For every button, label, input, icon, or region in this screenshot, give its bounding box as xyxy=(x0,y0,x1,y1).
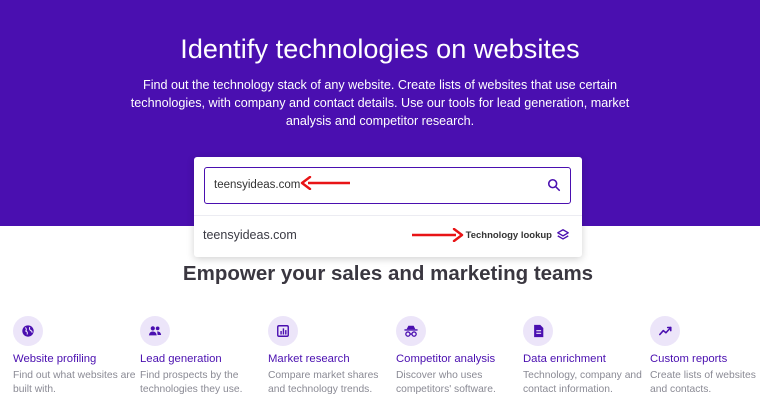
feature-custom-reports[interactable]: Custom reports Create lists of websites … xyxy=(650,316,760,397)
trend-icon xyxy=(650,316,680,346)
feature-desc: Find out what websites are built with. xyxy=(13,370,136,395)
section-title: Empower your sales and marketing teams xyxy=(182,262,594,285)
search-input[interactable]: teensyideas.com xyxy=(204,167,571,204)
users-icon xyxy=(140,316,170,346)
feature-lead-generation[interactable]: Lead generation Find prospects by the te… xyxy=(140,316,265,397)
feature-title[interactable]: Website profiling xyxy=(13,353,138,365)
annotation-arrow-search xyxy=(300,176,350,190)
document-icon xyxy=(523,316,553,346)
feature-desc: Find prospects by the technologies they … xyxy=(140,370,243,395)
feature-website-profiling[interactable]: Website profiling Find out what websites… xyxy=(13,316,138,397)
feature-title[interactable]: Lead generation xyxy=(140,353,265,365)
chart-icon xyxy=(268,316,298,346)
feature-competitor-analysis[interactable]: Competitor analysis Discover who uses co… xyxy=(396,316,521,397)
suggestion-domain[interactable]: teensyideas.com xyxy=(203,228,297,242)
search-input-value[interactable]: teensyideas.com xyxy=(214,179,300,191)
hero-subtitle: Find out the technology stack of any web… xyxy=(130,78,630,128)
feature-desc: Create lists of websites and contacts. xyxy=(650,370,756,395)
feature-title[interactable]: Data enrichment xyxy=(523,353,648,365)
feature-desc: Technology, company and contact informat… xyxy=(523,370,642,395)
feature-data-enrichment[interactable]: Data enrichment Technology, company and … xyxy=(523,316,648,397)
globe-icon xyxy=(13,316,43,346)
feature-market-research[interactable]: Market research Compare market shares an… xyxy=(268,316,393,397)
hero-title: Identify technologies on websites xyxy=(180,34,580,64)
technology-lookup-label[interactable]: Technology lookup xyxy=(466,230,552,241)
search-card: teensyideas.com teensyideas.com Technolo… xyxy=(194,157,582,257)
layers-icon[interactable] xyxy=(556,228,570,242)
feature-desc: Discover who uses competitors' software. xyxy=(396,370,496,395)
search-suggestion[interactable]: teensyideas.com Technology lookup xyxy=(194,215,582,255)
annotation-arrow-lookup xyxy=(412,228,464,242)
feature-title[interactable]: Competitor analysis xyxy=(396,353,521,365)
search-icon[interactable] xyxy=(547,178,561,192)
feature-title[interactable]: Custom reports xyxy=(650,353,760,365)
feature-desc: Compare market shares and technology tre… xyxy=(268,370,379,395)
spy-icon xyxy=(396,316,426,346)
feature-title[interactable]: Market research xyxy=(268,353,393,365)
